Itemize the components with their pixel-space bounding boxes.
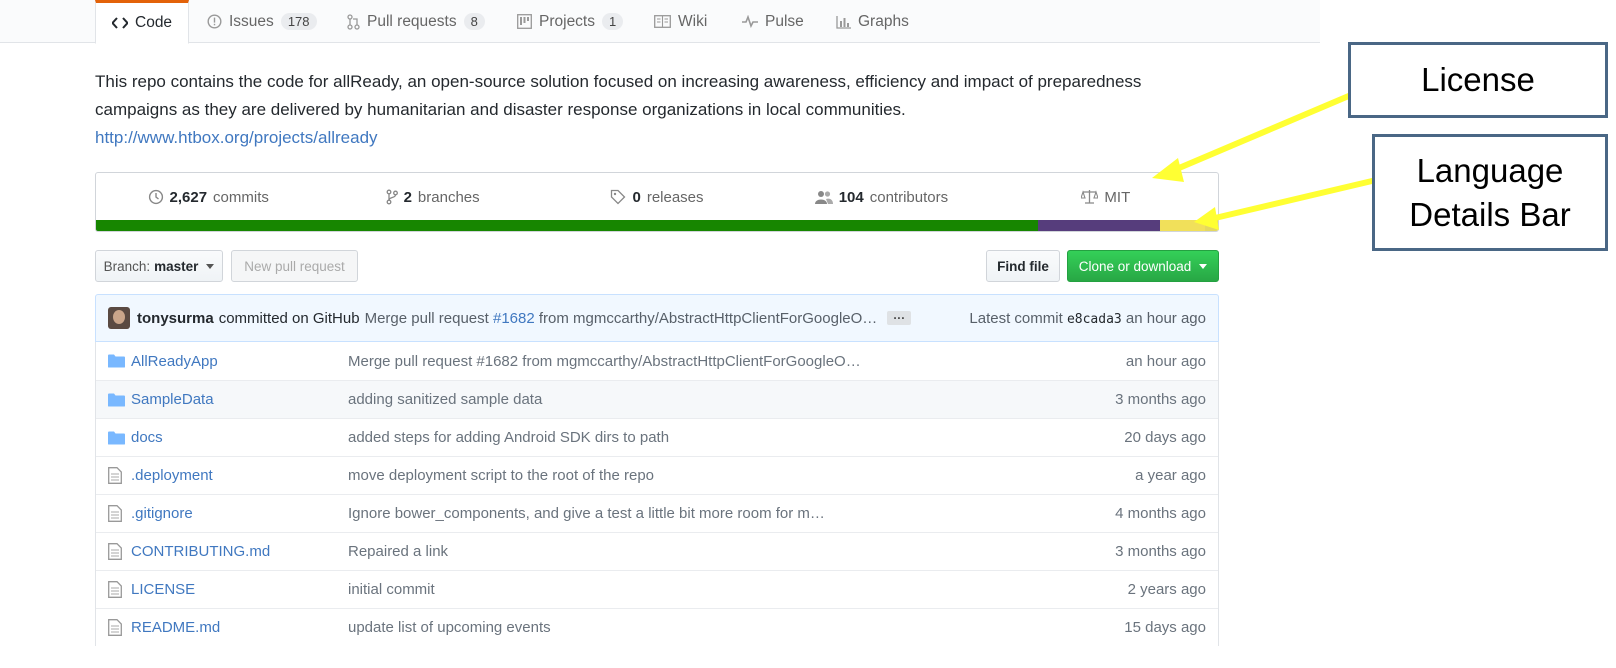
license-arrow	[1152, 92, 1354, 182]
language-callout-line2: Details Bar	[1409, 195, 1571, 233]
language-bar-arrow	[1194, 178, 1375, 230]
language-callout-line1: Language	[1416, 151, 1564, 189]
language-bar-callout: Language Details Bar	[1372, 134, 1608, 251]
license-callout-text: License	[1421, 61, 1535, 98]
license-callout: License	[1348, 42, 1608, 118]
